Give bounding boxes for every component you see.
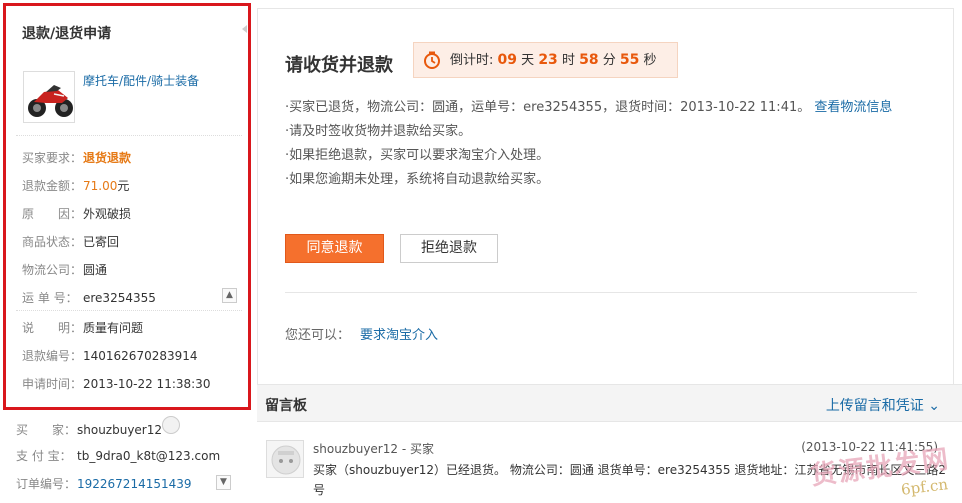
countdown-hours: 23	[538, 52, 558, 68]
row-goods-status: 商品状态：已寄回	[22, 235, 120, 249]
countdown-timer: 倒计时: 09 天 23 时 58 分 55 秒	[413, 42, 678, 78]
countdown-seconds: 55	[619, 52, 640, 68]
divider	[285, 292, 917, 293]
product-link[interactable]: 摩托车/配件/骑士装备	[83, 72, 199, 89]
countdown-minutes: 58	[579, 52, 599, 68]
row-tracking-number: 运 单 号： ere3254355	[22, 291, 156, 305]
collapse-arrow-icon[interactable]	[242, 25, 247, 33]
wangwang-chat-icon[interactable]	[162, 416, 180, 434]
note-item: ·买家已退货，物流公司：圆通，运单号：ere3254355，退货时间：2013-…	[285, 100, 893, 115]
row-logistics-company: 物流公司：圆通	[22, 263, 108, 277]
note-item: ·如果拒绝退款，买家可以要求淘宝介入处理。	[285, 148, 550, 163]
request-taobao-intervention-link[interactable]: 要求淘宝介入	[360, 328, 438, 343]
row-alipay: 支 付 宝： tb_9dra0_k8t@123.com	[16, 449, 221, 463]
agree-refund-button[interactable]: 同意退款	[285, 234, 384, 263]
refund-summary-box: 退款/退货申请 摩托车/配件/骑士装备 买家要求：退货退款 退款金额：71.00…	[3, 3, 251, 410]
row-description: 说 明：质量有问题	[22, 321, 144, 335]
motorcycle-icon	[24, 72, 74, 122]
note-item: ·请及时签收货物并退款给买家。	[285, 124, 472, 139]
clock-icon	[424, 51, 440, 69]
row-reason: 原 因：外观破损	[22, 207, 132, 221]
buyer-avatar	[266, 440, 304, 478]
note-item: ·如果您逾期未处理，系统将自动退款给买家。	[285, 172, 550, 187]
row-refund-amount: 退款金额：71.00元	[22, 179, 130, 193]
refund-main-panel: 请收货并退款 倒计时: 09 天 23 时 58 分 55 秒 ·买家已退货，物…	[257, 0, 962, 503]
divider	[16, 310, 242, 311]
refund-sidebar: 退款/退货申请 摩托车/配件/骑士装备 买家要求：退货退款 退款金额：71.00…	[0, 0, 251, 503]
countdown-days: 09	[497, 52, 518, 68]
row-buyer-request: 买家要求：退货退款	[22, 151, 132, 165]
view-logistics-link[interactable]: 查看物流信息	[814, 100, 892, 115]
row-buyer: 买 家：shouzbuyer12	[16, 423, 163, 437]
row-refund-id: 退款编号：140162670283914	[22, 349, 198, 363]
chevron-down-icon: ⌄	[928, 398, 940, 414]
message-author: shouzbuyer12 - 买家	[313, 442, 434, 456]
row-order-id: 订单编号：192267214151439	[16, 477, 192, 491]
row-apply-time: 申请时间：2013-10-22 11:38:30	[22, 377, 211, 391]
message-board-title: 留言板	[265, 398, 307, 414]
status-title: 请收货并退款	[285, 55, 393, 76]
sidebar-title: 退款/退货申请	[22, 26, 112, 42]
upload-message-link[interactable]: 上传留言和凭证 ⌄	[826, 395, 940, 415]
status-notes: ·买家已退货，物流公司：圆通，运单号：ere3254355，退货时间：2013-…	[285, 96, 925, 192]
chevron-up-icon[interactable]: ▲	[222, 288, 237, 303]
refuse-refund-button[interactable]: 拒绝退款	[400, 234, 498, 263]
also-options: 您还可以： 要求淘宝介入	[285, 328, 439, 343]
avatar-icon	[271, 445, 301, 475]
product-thumbnail[interactable]	[23, 71, 75, 123]
divider	[16, 135, 242, 136]
chevron-down-icon[interactable]: ▼	[216, 475, 231, 490]
order-id-link[interactable]: 192267214151439	[77, 477, 192, 491]
message-board-header: 留言板 上传留言和凭证 ⌄	[257, 384, 962, 422]
